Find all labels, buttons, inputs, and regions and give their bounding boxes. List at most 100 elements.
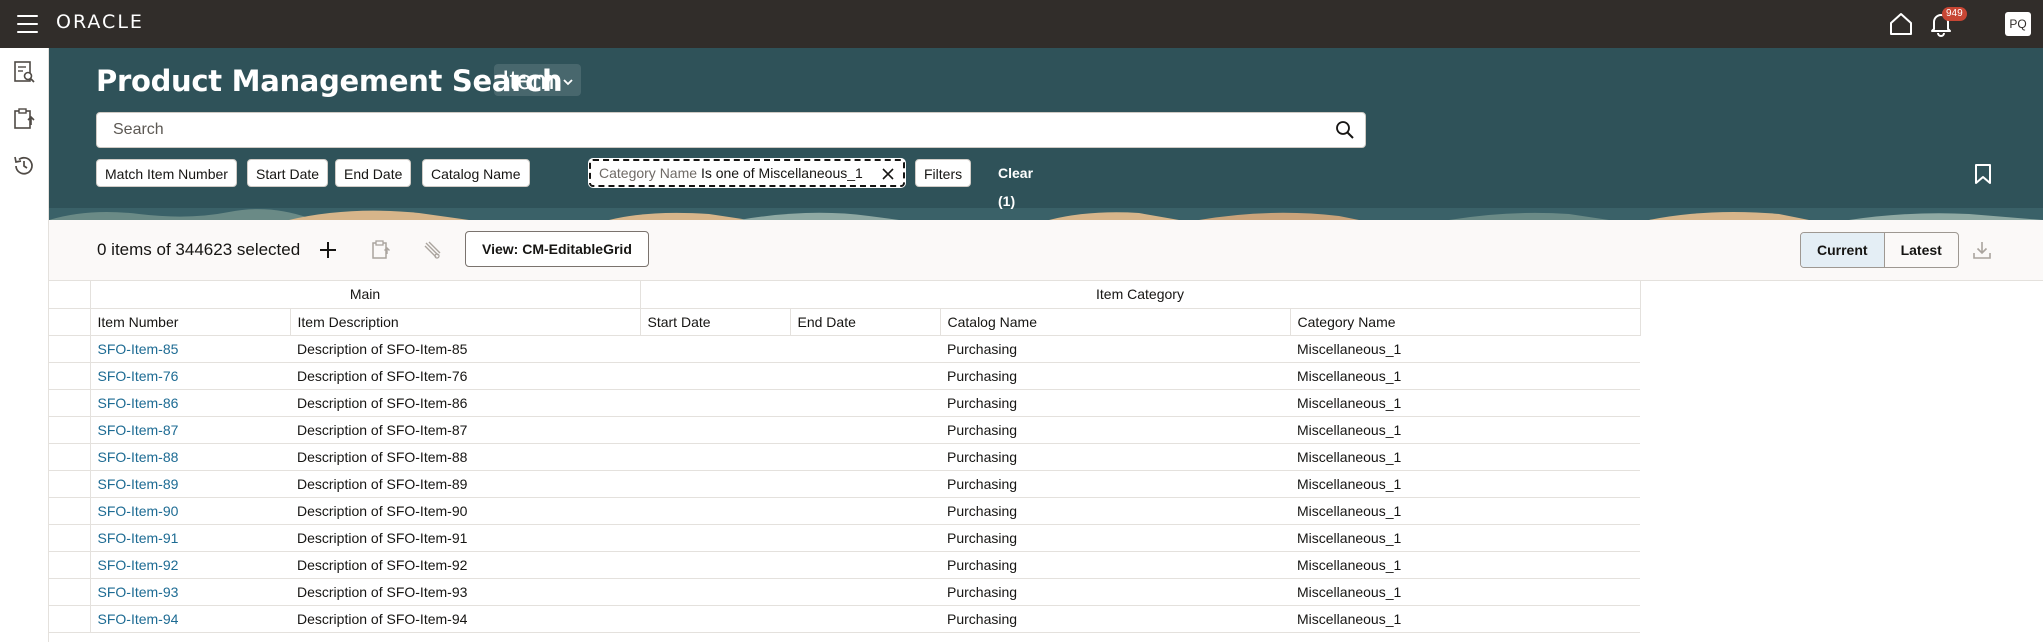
filter-chip-end-date[interactable]: End Date	[335, 159, 412, 187]
table-row[interactable]: SFO-Item-86 Description of SFO-Item-86 Pur…	[49, 389, 1640, 417]
cell-catalog-name: Purchasing	[940, 470, 1290, 498]
row-selector[interactable]	[49, 524, 91, 552]
latest-version-button[interactable]: Latest	[1885, 233, 1958, 267]
row-selector[interactable]	[49, 389, 91, 417]
user-avatar[interactable]: PQ	[2005, 12, 2031, 36]
view-selector-button[interactable]: View: CM-EditableGrid	[465, 231, 649, 267]
cell-end-date	[790, 362, 940, 390]
cell-item-number[interactable]: SFO-Item-85	[90, 335, 290, 363]
cell-category-name: Miscellaneous_1	[1290, 335, 1640, 363]
cell-item-number[interactable]: SFO-Item-76	[90, 362, 290, 390]
cell-item-description: Description of SFO-Item-86	[290, 389, 640, 417]
column-header-end-date[interactable]: End Date	[790, 308, 941, 336]
cell-end-date	[790, 497, 940, 525]
cell-category-name: Miscellaneous_1	[1290, 416, 1640, 444]
table-row[interactable]: SFO-Item-93 Description of SFO-Item-93 Pur…	[49, 578, 1640, 606]
cell-category-name: Miscellaneous_1	[1290, 551, 1640, 579]
row-selector-header	[49, 308, 91, 336]
table-body: SFO-Item-85 Description of SFO-Item-85 Pur…	[49, 335, 1640, 633]
cell-item-number[interactable]: SFO-Item-89	[90, 470, 290, 498]
object-type-select[interactable]: Item	[494, 64, 581, 96]
active-filter-chip-category-name[interactable]: Category Name Is one of Miscellaneous_1	[589, 159, 905, 187]
cell-item-number[interactable]: SFO-Item-91	[90, 524, 290, 552]
cell-category-name: Miscellaneous_1	[1290, 524, 1640, 552]
bookmark-icon[interactable]	[1974, 163, 1992, 185]
cell-item-description: Description of SFO-Item-92	[290, 551, 640, 579]
add-icon[interactable]	[317, 239, 339, 261]
menu-icon[interactable]	[17, 15, 38, 33]
row-selector[interactable]	[49, 362, 91, 390]
row-selector[interactable]	[49, 497, 91, 525]
row-selector[interactable]	[49, 605, 91, 633]
search-list-icon[interactable]	[12, 60, 36, 84]
cell-catalog-name: Purchasing	[940, 605, 1290, 633]
cell-end-date	[790, 335, 940, 363]
cell-item-number[interactable]: SFO-Item-87	[90, 416, 290, 444]
column-header-row: Item Number Item Description Start Date …	[49, 308, 1641, 336]
cell-item-description: Description of SFO-Item-88	[290, 443, 640, 471]
column-header-item-description[interactable]: Item Description	[290, 308, 641, 336]
clear-filters-link[interactable]: Clear (1)	[998, 159, 1033, 209]
table-row[interactable]: SFO-Item-90 Description of SFO-Item-90 Pur…	[49, 497, 1640, 525]
row-selector[interactable]	[49, 578, 91, 606]
decorative-banner-pattern	[49, 208, 2043, 220]
table-row[interactable]: SFO-Item-89 Description of SFO-Item-89 Pur…	[49, 470, 1640, 498]
table-row[interactable]: SFO-Item-92 Description of SFO-Item-92 Pur…	[49, 551, 1640, 579]
row-selector[interactable]	[49, 443, 91, 471]
cell-item-number[interactable]: SFO-Item-86	[90, 389, 290, 417]
table-row[interactable]: SFO-Item-94 Description of SFO-Item-94 Pur…	[49, 605, 1640, 633]
global-header: ORACLE 949 PQ	[0, 0, 2043, 48]
close-icon[interactable]	[881, 167, 895, 181]
filter-chip-match-item-number[interactable]: Match Item Number	[96, 159, 237, 187]
column-header-catalog-name[interactable]: Catalog Name	[940, 308, 1291, 336]
cell-item-number[interactable]: SFO-Item-94	[90, 605, 290, 633]
column-group-main: Main	[90, 281, 641, 309]
cell-item-description: Description of SFO-Item-85	[290, 335, 640, 363]
cell-catalog-name: Purchasing	[940, 551, 1290, 579]
filter-chip-start-date[interactable]: Start Date	[247, 159, 329, 187]
column-group-item-category: Item Category	[640, 281, 1641, 309]
cell-start-date	[640, 362, 790, 390]
cell-item-number[interactable]: SFO-Item-92	[90, 551, 290, 579]
column-header-start-date[interactable]: Start Date	[640, 308, 791, 336]
table-row[interactable]: SFO-Item-87 Description of SFO-Item-87 Pur…	[49, 416, 1640, 444]
mass-update-icon[interactable]	[421, 239, 443, 261]
clipboard-upload-icon[interactable]	[12, 107, 36, 131]
cell-catalog-name: Purchasing	[940, 524, 1290, 552]
cell-end-date	[790, 443, 940, 471]
cell-item-description: Description of SFO-Item-90	[290, 497, 640, 525]
cell-start-date	[640, 416, 790, 444]
search-field	[96, 112, 1366, 148]
table-row[interactable]: SFO-Item-88 Description of SFO-Item-88 Pur…	[49, 443, 1640, 471]
home-icon[interactable]	[1888, 11, 1914, 37]
column-header-item-number[interactable]: Item Number	[90, 308, 291, 336]
chevron-down-icon	[562, 79, 573, 86]
cell-catalog-name: Purchasing	[940, 443, 1290, 471]
column-header-category-name[interactable]: Category Name	[1290, 308, 1641, 336]
oracle-logo[interactable]: ORACLE	[56, 11, 144, 33]
download-icon[interactable]	[1972, 240, 1992, 260]
clipboard-action-icon[interactable]	[369, 239, 391, 261]
row-selector[interactable]	[49, 470, 91, 498]
cell-item-number[interactable]: SFO-Item-90	[90, 497, 290, 525]
filter-chip-catalog-name[interactable]: Catalog Name	[422, 159, 530, 187]
cell-category-name: Miscellaneous_1	[1290, 470, 1640, 498]
cell-item-number[interactable]: SFO-Item-88	[90, 443, 290, 471]
row-selector[interactable]	[49, 335, 91, 363]
search-input[interactable]	[97, 113, 1349, 147]
table-row[interactable]: SFO-Item-85 Description of SFO-Item-85 Pur…	[49, 335, 1640, 363]
cell-item-number[interactable]: SFO-Item-93	[90, 578, 290, 606]
current-version-button[interactable]: Current	[1801, 233, 1885, 267]
cell-item-description: Description of SFO-Item-87	[290, 416, 640, 444]
search-icon[interactable]	[1335, 120, 1355, 140]
cell-catalog-name: Purchasing	[940, 389, 1290, 417]
row-selector[interactable]	[49, 416, 91, 444]
cell-catalog-name: Purchasing	[940, 497, 1290, 525]
history-icon[interactable]	[12, 154, 36, 178]
cell-catalog-name: Purchasing	[940, 578, 1290, 606]
table-row[interactable]: SFO-Item-76 Description of SFO-Item-76 Pur…	[49, 362, 1640, 390]
table-row[interactable]: SFO-Item-91 Description of SFO-Item-91 Pur…	[49, 524, 1640, 552]
row-selector[interactable]	[49, 551, 91, 579]
filters-button[interactable]: Filters	[915, 159, 972, 187]
cell-item-description: Description of SFO-Item-91	[290, 524, 640, 552]
